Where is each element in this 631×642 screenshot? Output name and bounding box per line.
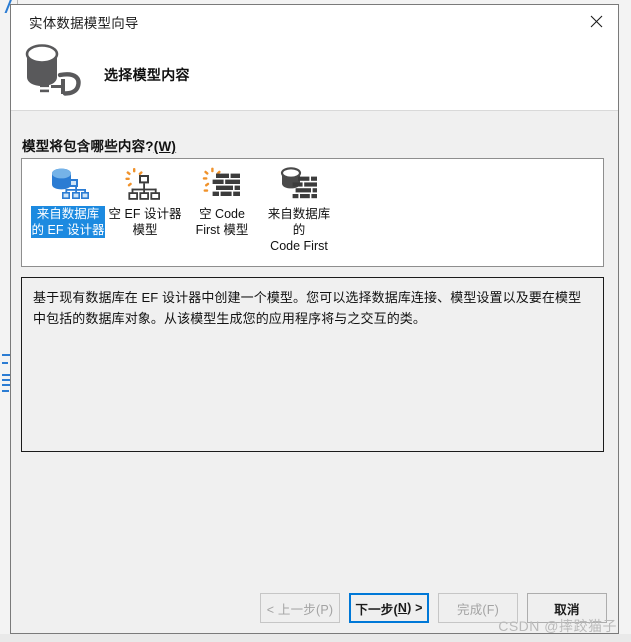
empty-code-first-icon	[201, 167, 243, 203]
entity-data-model-wizard-dialog: 实体数据模型向导 选择模型内容 模型将包含哪些内容?(W) 来自数据库 的 EF…	[10, 4, 619, 634]
watermark: CSDN @摔跤猫子	[498, 618, 617, 634]
database-designer-icon	[47, 167, 89, 203]
database-code-first-icon	[278, 167, 320, 203]
group-label-accesskey: (W)	[153, 139, 177, 154]
next-button[interactable]: 下一步(N) >	[349, 593, 429, 623]
screen: 实体数据模型向导 选择模型内容 模型将包含哪些内容?(W) 来自数据库 的 EF…	[0, 0, 631, 642]
template-tile-label: 来自数据库 的 EF 设计器	[30, 206, 106, 238]
template-description-text: 基于现有数据库在 EF 设计器中创建一个模型。您可以选择数据库连接、模型设置以及…	[33, 290, 582, 326]
next-button-prefix: 下一步(	[355, 602, 398, 617]
next-button-accesskey: N	[397, 601, 408, 615]
template-tile-empty-code-first[interactable]: 空 Code First 模型	[184, 167, 260, 238]
window-title: 实体数据模型向导	[29, 16, 139, 31]
template-tile-db-code-first[interactable]: 来自数据库的 Code First	[261, 167, 337, 254]
template-description-box: 基于现有数据库在 EF 设计器中创建一个模型。您可以选择数据库连接、模型设置以及…	[21, 277, 604, 452]
template-tile-label: 空 EF 设计器 模型	[108, 207, 182, 237]
group-label: 模型将包含哪些内容?(W)	[22, 135, 176, 155]
title-bar: 实体数据模型向导	[11, 5, 618, 39]
back-button[interactable]: < 上一步(P)	[260, 593, 340, 623]
close-icon[interactable]	[574, 5, 618, 38]
template-tile-label: 来自数据库的 Code First	[267, 207, 331, 253]
dialog-body: 模型将包含哪些内容?(W) 来自数据库 的 EF 设计器 空 EF 设计器 模型…	[11, 111, 618, 633]
dialog-header: 选择模型内容	[11, 39, 618, 111]
next-button-suffix: ) >	[407, 601, 423, 615]
group-label-text: 模型将包含哪些内容?	[22, 139, 154, 154]
page-title: 选择模型内容	[104, 67, 190, 83]
database-plug-icon	[20, 41, 92, 103]
empty-designer-icon	[124, 167, 166, 203]
template-tile-empty-ef-designer[interactable]: 空 EF 设计器 模型	[107, 167, 183, 238]
template-listbox[interactable]: 来自数据库 的 EF 设计器 空 EF 设计器 模型 空 Code First …	[21, 158, 604, 267]
template-tile-db-ef-designer[interactable]: 来自数据库 的 EF 设计器	[30, 167, 106, 238]
template-tile-label: 空 Code First 模型	[195, 207, 249, 237]
